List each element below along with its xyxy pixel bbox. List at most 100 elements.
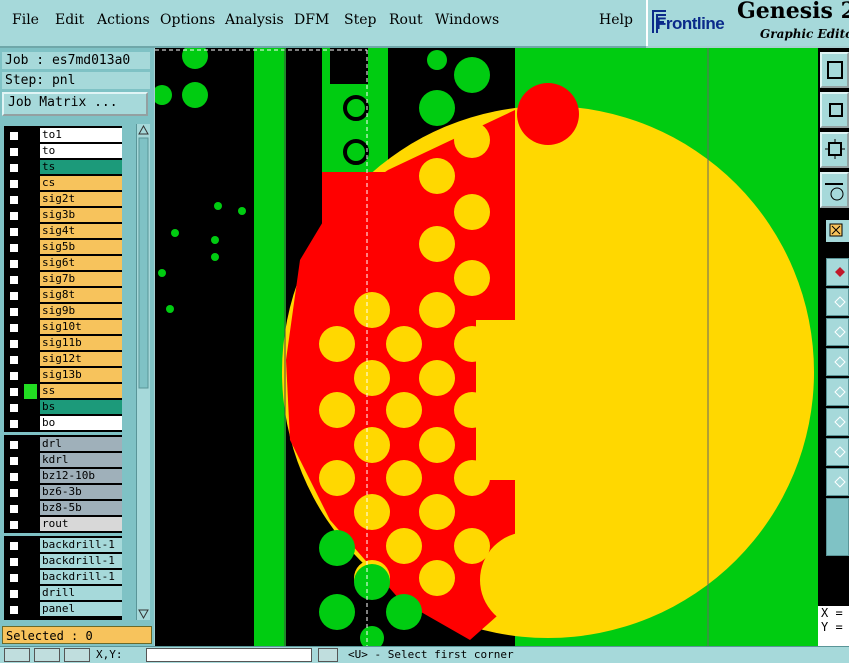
zoom-window-button[interactable] [820, 132, 849, 168]
menu-options[interactable]: Options [160, 12, 215, 28]
feature-row[interactable] [826, 468, 849, 496]
layer-row[interactable]: panel [4, 602, 122, 617]
layer-checkbox[interactable] [8, 242, 20, 254]
feature-row[interactable] [826, 318, 849, 346]
layer-name: sig11b [40, 336, 122, 350]
layer-row[interactable]: drill [4, 586, 122, 601]
layer-row[interactable]: to [4, 144, 122, 159]
layer-row[interactable]: rout [4, 517, 122, 532]
layer-checkbox[interactable] [8, 194, 20, 206]
layer-scrollbar[interactable] [136, 124, 150, 620]
layer-row[interactable]: sig7b [4, 272, 122, 287]
layer-checkbox[interactable] [8, 556, 20, 568]
layer-row[interactable]: sig10t [4, 320, 122, 335]
feature-row[interactable] [826, 408, 849, 436]
layer-color-swatch [24, 208, 37, 223]
close-icon[interactable] [826, 220, 849, 242]
xy-input[interactable] [146, 648, 312, 662]
layer-row[interactable]: cs [4, 176, 122, 191]
layer-checkbox[interactable] [8, 210, 20, 222]
status-tool-button[interactable] [318, 648, 338, 662]
layer-checkbox[interactable] [8, 487, 20, 499]
layer-row[interactable]: bs [4, 400, 122, 415]
layer-row[interactable]: ts [4, 160, 122, 175]
status-tool-button[interactable] [64, 648, 90, 662]
layer-row[interactable]: sig3b [4, 208, 122, 223]
layer-checkbox[interactable] [8, 402, 20, 414]
layer-row[interactable]: to1 [4, 128, 122, 143]
status-message: <U> - Select first corner [348, 648, 514, 661]
layer-row[interactable]: sig2t [4, 192, 122, 207]
job-matrix-button[interactable]: Job Matrix ... [2, 92, 148, 116]
feature-row[interactable] [826, 288, 849, 316]
layer-checkbox[interactable] [8, 572, 20, 584]
feature-row[interactable] [826, 438, 849, 466]
layer-checkbox[interactable] [8, 178, 20, 190]
layer-row[interactable]: sig11b [4, 336, 122, 351]
layer-row[interactable]: kdrl [4, 453, 122, 468]
menu-step[interactable]: Step [344, 12, 376, 28]
layer-checkbox[interactable] [8, 455, 20, 467]
layer-color-swatch [24, 501, 37, 516]
layer-row[interactable]: sig8t [4, 288, 122, 303]
layer-checkbox[interactable] [8, 439, 20, 451]
menu-edit[interactable]: Edit [55, 12, 84, 28]
layer-checkbox[interactable] [8, 146, 20, 158]
layer-row[interactable]: bz12-10b [4, 469, 122, 484]
menu-analysis[interactable]: Analysis [225, 12, 284, 28]
layer-row[interactable]: ss [4, 384, 122, 399]
layer-row[interactable]: bo [4, 416, 122, 431]
status-tool-button[interactable] [34, 648, 60, 662]
menu-windows[interactable]: Windows [435, 12, 499, 28]
layer-checkbox[interactable] [8, 338, 20, 350]
layer-checkbox[interactable] [8, 604, 20, 616]
layer-checkbox[interactable] [8, 540, 20, 552]
menu-help[interactable]: Help [599, 12, 633, 28]
zoom-home-button[interactable] [820, 52, 849, 88]
layer-row[interactable]: backdrill-1 [4, 570, 122, 585]
layer-name: ts [40, 160, 122, 174]
menu-actions[interactable]: Actions [97, 12, 150, 28]
palette-button[interactable] [820, 172, 849, 208]
graphic-canvas[interactable] [155, 48, 818, 646]
layer-checkbox[interactable] [8, 418, 20, 430]
layer-checkbox[interactable] [8, 503, 20, 515]
layer-checkbox[interactable] [8, 290, 20, 302]
layer-checkbox[interactable] [8, 386, 20, 398]
layer-row[interactable]: drl [4, 437, 122, 452]
menu-dfm[interactable]: DFM [294, 12, 329, 28]
layer-checkbox[interactable] [8, 226, 20, 238]
layer-row[interactable]: sig6t [4, 256, 122, 271]
layer-checkbox[interactable] [8, 258, 20, 270]
layer-checkbox[interactable] [8, 306, 20, 318]
layer-row[interactable]: backdrill-1 [4, 538, 122, 553]
diamond-icon [834, 416, 846, 428]
layer-checkbox[interactable] [8, 471, 20, 483]
menu-file[interactable]: File [12, 12, 39, 28]
feature-row[interactable] [826, 378, 849, 406]
layer-row[interactable]: bz8-5b [4, 501, 122, 516]
layer-checkbox[interactable] [8, 588, 20, 600]
zoom-fit-button[interactable] [820, 92, 849, 128]
layer-checkbox[interactable] [8, 162, 20, 174]
layer-row[interactable]: sig4t [4, 224, 122, 239]
layer-checkbox[interactable] [8, 370, 20, 382]
layer-checkbox[interactable] [8, 322, 20, 334]
layer-name: kdrl [40, 453, 122, 467]
layer-row[interactable]: sig12t [4, 352, 122, 367]
layer-row[interactable]: sig5b [4, 240, 122, 255]
status-tool-button[interactable] [4, 648, 30, 662]
layer-row[interactable]: sig13b [4, 368, 122, 383]
layer-row[interactable]: backdrill-1 [4, 554, 122, 569]
diamond-icon [834, 326, 846, 338]
layer-color-swatch [24, 517, 37, 532]
menu-rout[interactable]: Rout [389, 12, 423, 28]
layer-row[interactable]: sig9b [4, 304, 122, 319]
feature-row[interactable] [826, 348, 849, 376]
layer-row[interactable]: bz6-3b [4, 485, 122, 500]
layer-checkbox[interactable] [8, 274, 20, 286]
layer-checkbox[interactable] [8, 519, 20, 531]
layer-checkbox[interactable] [8, 130, 20, 142]
feature-row[interactable] [826, 258, 849, 286]
layer-checkbox[interactable] [8, 354, 20, 366]
